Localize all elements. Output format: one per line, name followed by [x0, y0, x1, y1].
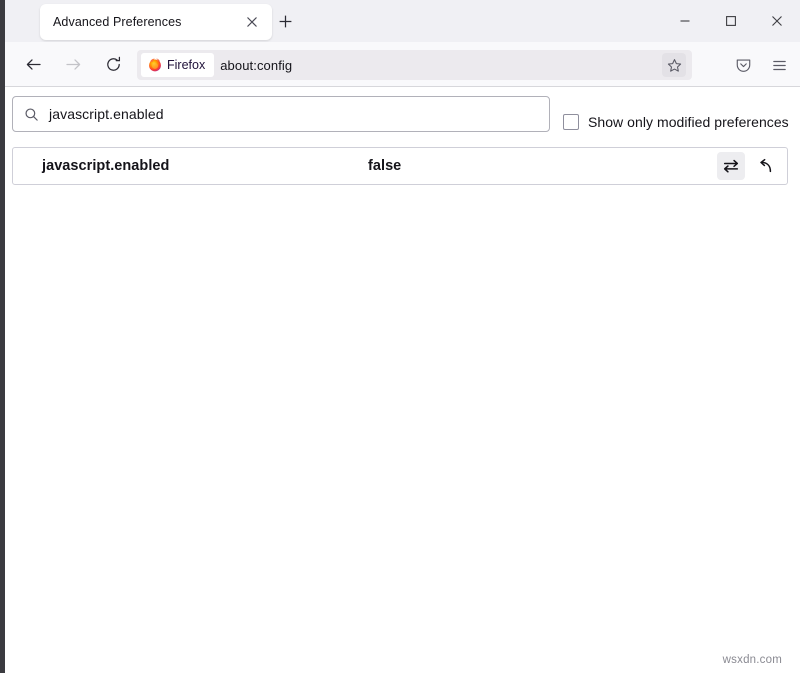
row-actions [717, 152, 779, 180]
maximize-icon[interactable] [708, 0, 754, 42]
minimize-icon[interactable] [662, 0, 708, 42]
bookmark-star-icon[interactable] [662, 53, 686, 77]
tab-title: Advanced Preferences [53, 15, 182, 29]
site-identity-box[interactable]: Firefox [141, 53, 215, 77]
watermark: wsxdn.com [722, 654, 782, 666]
search-row: javascript.enabled Show only modified pr… [12, 96, 789, 132]
about-config-page: javascript.enabled Show only modified pr… [5, 88, 795, 673]
window-controls [662, 0, 800, 42]
pocket-icon[interactable] [727, 49, 759, 81]
close-icon[interactable] [754, 0, 800, 42]
search-input[interactable]: javascript.enabled [12, 96, 550, 132]
reset-icon[interactable] [751, 152, 779, 180]
show-modified-label: Show only modified preferences [588, 114, 789, 130]
new-tab-button[interactable] [275, 11, 296, 32]
firefox-logo-icon [148, 58, 162, 72]
tab-strip: Advanced Preferences [5, 0, 800, 42]
url-text: about:config [220, 57, 293, 73]
pref-name: javascript.enabled [42, 158, 170, 174]
url-bar[interactable]: Firefox about:config [137, 50, 692, 80]
toolbar-right-actions [727, 49, 795, 81]
forward-icon[interactable] [57, 48, 89, 80]
browser-tab[interactable]: Advanced Preferences [40, 4, 272, 40]
hamburger-menu-icon[interactable] [763, 49, 795, 81]
table-row[interactable]: javascript.enabled false [12, 147, 788, 185]
show-modified-checkbox-row[interactable]: Show only modified preferences [563, 105, 789, 139]
pref-value: false [368, 158, 402, 174]
reload-icon[interactable] [97, 48, 129, 80]
close-tab-icon[interactable] [242, 12, 262, 32]
back-icon[interactable] [17, 48, 49, 80]
search-icon [24, 107, 39, 122]
search-input-value: javascript.enabled [49, 106, 164, 122]
browser-window: Advanced Preferences Firefox about:confi… [0, 0, 800, 673]
identity-label: Firefox [167, 58, 206, 72]
toggle-icon[interactable] [717, 152, 745, 180]
show-modified-checkbox[interactable] [563, 114, 579, 130]
